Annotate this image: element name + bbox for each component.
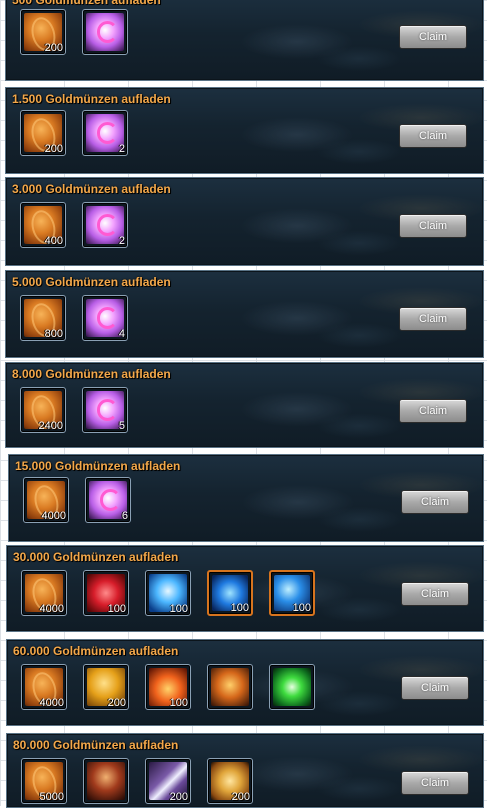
reward-slot[interactable]: 100: [83, 570, 129, 616]
tier-title: 8.000 Goldmünzen aufladen: [12, 367, 171, 381]
tier-title: 15.000 Goldmünzen aufladen: [15, 459, 181, 473]
tier-title: 5.000 Goldmünzen aufladen: [12, 275, 171, 289]
reward-quantity: 2400: [38, 420, 63, 432]
reward-slot[interactable]: 5000: [21, 758, 67, 804]
reward-quantity: 6: [121, 510, 128, 522]
reward-tier-panel: 5.000 Goldmünzen aufladen 800 4 Claim: [5, 270, 484, 358]
reward-slot[interactable]: [207, 664, 253, 710]
claim-button[interactable]: Claim: [399, 214, 467, 238]
claim-button[interactable]: Claim: [399, 124, 467, 148]
reward-slot[interactable]: 200: [145, 758, 191, 804]
reward-slot[interactable]: 100: [145, 664, 191, 710]
amber-stone-icon: [211, 668, 249, 706]
reward-slot[interactable]: 4: [82, 295, 128, 341]
tier-title: 1.500 Goldmünzen aufladen: [12, 92, 171, 106]
reward-slot[interactable]: 400: [20, 202, 66, 248]
reward-slot[interactable]: 4000: [21, 570, 67, 616]
reward-slot[interactable]: 100: [145, 570, 191, 616]
reward-quantity: 800: [44, 328, 63, 340]
reward-tier-panel: 1.500 Goldmünzen aufladen 200 2 Claim: [5, 87, 484, 174]
reward-quantity: 100: [292, 602, 311, 614]
reward-quantity: 200: [169, 791, 188, 803]
tier-title: 80.000 Goldmünzen aufladen: [13, 738, 179, 752]
claim-button[interactable]: Claim: [399, 307, 467, 331]
reward-quantity: 100: [230, 602, 249, 614]
claim-button[interactable]: Claim: [401, 582, 469, 606]
reward-slot[interactable]: 100: [269, 570, 315, 616]
pink-shell-icon: [86, 13, 124, 51]
reward-slot[interactable]: 2400: [20, 387, 66, 433]
reward-slot[interactable]: 200: [207, 758, 253, 804]
reward-quantity: 4: [118, 328, 125, 340]
reward-quantity: 400: [44, 235, 63, 247]
reward-tier-panel: 3.000 Goldmünzen aufladen 400 2 Claim: [5, 177, 484, 266]
reward-quantity: 4000: [39, 603, 64, 615]
tier-title: 3.000 Goldmünzen aufladen: [12, 182, 171, 196]
reward-tier-panel: 15.000 Goldmünzen aufladen 4000 6 Claim: [8, 454, 484, 542]
reward-tier-panel: 30.000 Goldmünzen aufladen 4000 100 100 100 1…: [6, 545, 484, 632]
reward-slot[interactable]: 200: [20, 9, 66, 55]
reward-quantity: 100: [107, 603, 126, 615]
reward-quantity: 200: [44, 42, 63, 54]
reward-slot[interactable]: 800: [20, 295, 66, 341]
claim-button[interactable]: Claim: [399, 25, 467, 49]
tier-title: 30.000 Goldmünzen aufladen: [13, 550, 179, 564]
reward-quantity: 2: [118, 235, 125, 247]
reward-tier-panel: 80.000 Goldmünzen aufladen 5000 200 200 Clai…: [6, 733, 484, 808]
reward-quantity: 4000: [39, 697, 64, 709]
reward-quantity: 200: [107, 697, 126, 709]
reward-quantity: 2: [118, 143, 125, 155]
claim-button[interactable]: Claim: [399, 399, 467, 423]
reward-quantity: 200: [231, 791, 250, 803]
reward-slot[interactable]: 200: [83, 664, 129, 710]
reward-quantity: 4000: [41, 510, 66, 522]
reward-tier-panel: 60.000 Goldmünzen aufladen 4000 200 100 Clai…: [6, 639, 484, 726]
reward-slot[interactable]: 2: [82, 110, 128, 156]
claim-button[interactable]: Claim: [401, 490, 469, 514]
reward-slot[interactable]: [82, 9, 128, 55]
reward-slot[interactable]: 5: [82, 387, 128, 433]
reward-slot[interactable]: [269, 664, 315, 710]
warrior-token-icon: [87, 762, 125, 800]
reward-slot[interactable]: 2: [82, 202, 128, 248]
claim-button[interactable]: Claim: [401, 771, 469, 795]
reward-quantity: 100: [169, 603, 188, 615]
reward-quantity: 100: [169, 697, 188, 709]
reward-tier-panel: 500 Goldmünzen aufladen 200 Claim: [5, 0, 484, 81]
green-orb-icon: [273, 668, 311, 706]
reward-slot[interactable]: 6: [85, 477, 131, 523]
tier-title: 500 Goldmünzen aufladen: [12, 0, 161, 7]
reward-quantity: 200: [44, 143, 63, 155]
reward-slot[interactable]: 200: [20, 110, 66, 156]
claim-button[interactable]: Claim: [401, 676, 469, 700]
reward-quantity: 5000: [39, 791, 64, 803]
reward-slot[interactable]: 4000: [23, 477, 69, 523]
reward-slot[interactable]: 100: [207, 570, 253, 616]
reward-tier-panel: 8.000 Goldmünzen aufladen 2400 5 Claim: [5, 362, 484, 448]
reward-quantity: 5: [118, 420, 125, 432]
reward-slot[interactable]: 4000: [21, 664, 67, 710]
tier-title: 60.000 Goldmünzen aufladen: [13, 644, 179, 658]
reward-slot[interactable]: [83, 758, 129, 804]
